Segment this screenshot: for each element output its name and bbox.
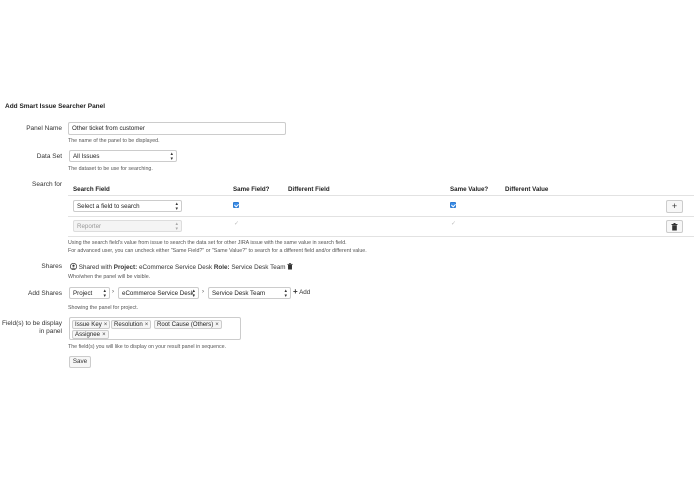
close-icon[interactable]: × [145, 321, 149, 328]
display-fields-help: The field(s) you will like to display on… [68, 344, 227, 350]
share-prefix: Shared with [78, 264, 113, 271]
field-tag-label: Resolution [114, 321, 143, 328]
data-set-help: The dataset to be use for searching. [68, 166, 153, 172]
search-for-help-1: Using the search field's value from issu… [68, 240, 347, 246]
share-entry: Shared with Project: eCommerce Service D… [69, 262, 293, 271]
panel-name-label: Panel Name [26, 125, 62, 132]
display-fields-label-2: in panel [39, 328, 62, 335]
same-field-header: Same Field? [233, 186, 270, 193]
panel-name-help: The name of the panel to be displayed. [68, 138, 160, 144]
share-project-value: eCommerce Service Desk [138, 264, 213, 271]
share-role-select[interactable]: Service Desk Team ▴ ▾ [208, 287, 291, 299]
same-value-checkbox[interactable] [450, 202, 456, 208]
plus-icon: + [293, 287, 298, 296]
share-role-value: Service Desk Team [231, 264, 286, 271]
close-icon[interactable]: × [102, 331, 106, 338]
shares-help: Who/when the panel will be visible. [68, 274, 151, 280]
search-for-label: Search for [32, 181, 62, 188]
search-field-value: Select a field to search [77, 203, 140, 210]
different-value-header: Different Value [505, 186, 549, 193]
add-shares-help: Showing the panel for project. [68, 305, 139, 311]
trash-icon[interactable] [287, 263, 293, 270]
delete-row-button[interactable] [666, 220, 683, 233]
same-value-checkbox-disabled: ✓ [451, 221, 457, 227]
shares-label: Shares [41, 263, 62, 270]
updown-arrow-icon: ▴ ▾ [103, 288, 106, 299]
share-role-key: Role: [213, 264, 230, 271]
different-field-header: Different Field [288, 186, 330, 193]
user-group-icon [69, 262, 78, 271]
share-project-key: Project: [113, 264, 138, 271]
share-project-select[interactable]: eCommerce Service Desk ▴ ▾ [118, 287, 199, 299]
separator-chevron: › [112, 289, 114, 295]
close-icon[interactable]: × [104, 321, 108, 328]
close-icon[interactable]: × [215, 321, 219, 328]
plus-icon: + [671, 201, 678, 211]
updown-arrow-icon: ▴ ▾ [284, 288, 287, 299]
share-type-select[interactable]: Project ▴ ▾ [69, 287, 110, 299]
field-tag-label: Issue Key [75, 321, 102, 328]
field-tag: Issue Key × [72, 320, 111, 329]
search-field-select-disabled: Reporter ▴ ▾ [73, 220, 182, 232]
share-type-value: Project [73, 290, 93, 297]
search-field-header: Search Field [73, 186, 110, 193]
field-tag: Resolution × [111, 320, 152, 329]
field-tag-label: Assignee [75, 331, 101, 338]
updown-arrow-icon: ▴ ▾ [175, 201, 178, 212]
share-project-select-value: eCommerce Service Desk [122, 290, 194, 297]
add-shares-label: Add Shares [28, 290, 62, 297]
table-divider [68, 216, 694, 217]
table-divider [68, 195, 694, 196]
separator-chevron: › [202, 289, 204, 295]
add-row-button[interactable]: + [666, 200, 683, 213]
search-field-select[interactable]: Select a field to search ▴ ▾ [73, 200, 182, 212]
page-title: Add Smart Issue Searcher Panel [5, 103, 106, 110]
updown-arrow-icon: ▴ ▾ [175, 221, 178, 232]
display-fields-multiselect[interactable]: Issue Key × Resolution × Root Cause (Other… [69, 317, 241, 340]
same-field-checkbox[interactable] [233, 202, 239, 208]
panel-name-input[interactable]: Other ticket from customer [68, 122, 286, 135]
same-value-header: Same Value? [450, 186, 489, 193]
field-tag-label: Root Cause (Others) [157, 321, 214, 328]
updown-arrow-icon: ▴ ▾ [170, 151, 173, 162]
trash-icon [671, 223, 678, 231]
field-tag: Assignee × [72, 330, 109, 339]
same-field-checkbox-disabled: ✓ [234, 221, 240, 227]
search-for-help-2: For advanced user, you can uncheck eithe… [68, 248, 367, 254]
add-share-label: Add [299, 289, 311, 296]
data-set-value: All Issues [73, 153, 100, 160]
updown-arrow-icon: ▴ ▾ [192, 288, 195, 299]
data-set-label: Data Set [36, 153, 62, 160]
table-divider [68, 236, 694, 237]
add-share-button[interactable]: + Add [293, 287, 311, 297]
search-field-value: Reporter [77, 223, 102, 230]
save-button[interactable]: Save [69, 356, 91, 368]
share-role-select-value: Service Desk Team [212, 290, 266, 297]
field-tag: Root Cause (Others) × [154, 320, 222, 329]
data-set-select[interactable]: All Issues ▴ ▾ [69, 150, 177, 162]
display-fields-label-1: Field(s) to be display [2, 320, 62, 327]
